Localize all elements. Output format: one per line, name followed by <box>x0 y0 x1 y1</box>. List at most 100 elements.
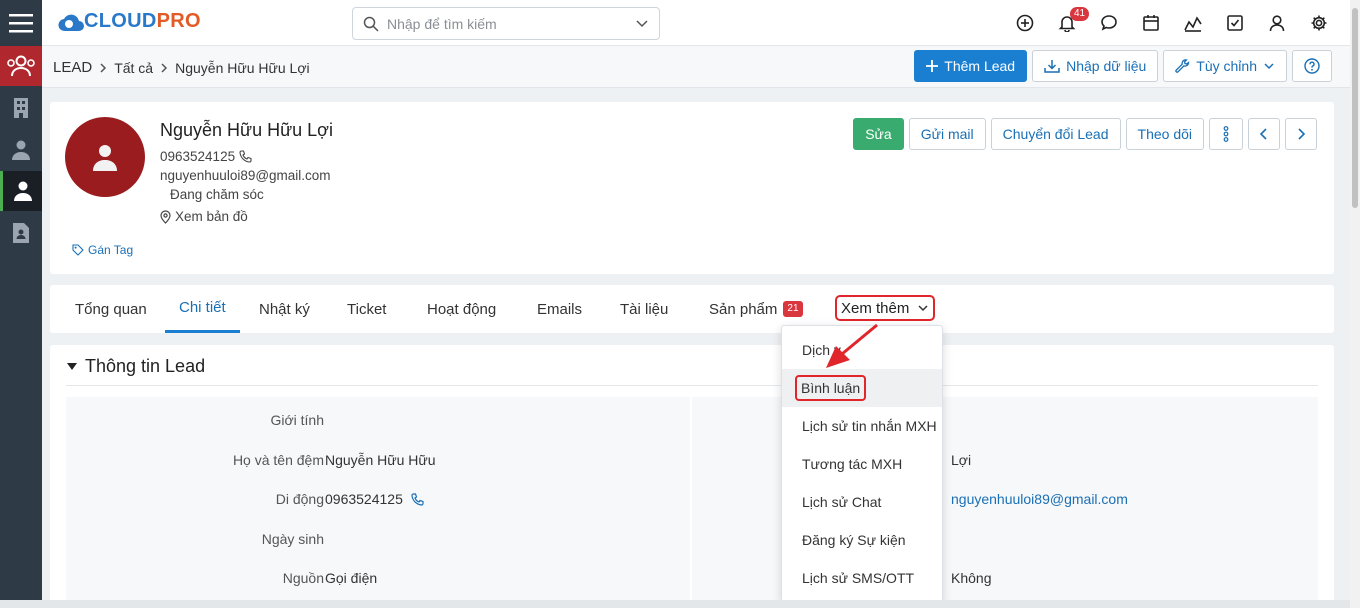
tab-activities[interactable]: Hoạt động <box>427 285 496 333</box>
edit-button[interactable]: Sửa <box>853 118 904 150</box>
field-value-email[interactable]: nguyenhuuloi89@gmail.com <box>951 491 1128 507</box>
logo-accent-text: PRO <box>156 10 201 32</box>
caret-down-icon <box>67 362 77 370</box>
user-tie-icon <box>12 140 30 160</box>
tab-ticket[interactable]: Ticket <box>347 285 386 333</box>
kebab-icon <box>1223 126 1229 142</box>
tab-details[interactable]: Chi tiết <box>165 285 240 333</box>
menu-item-social-message-history[interactable]: Lịch sử tin nhắn MXH <box>782 407 942 445</box>
chevron-right-icon <box>159 62 169 74</box>
tab-products-label: Sản phẩm <box>709 300 778 318</box>
section-header[interactable]: Thông tin Lead <box>67 356 205 377</box>
field-label-mobile: Di động <box>275 491 324 507</box>
import-data-button[interactable]: Nhập dữ liệu <box>1032 50 1159 82</box>
chevron-right-icon <box>98 62 108 74</box>
gear-icon[interactable] <box>1298 0 1340 46</box>
tab-more-label: Xem thêm <box>841 299 910 317</box>
field-value-right-5: Không <box>951 570 992 586</box>
menu-icon[interactable] <box>0 0 42 46</box>
tag-icon <box>72 244 84 256</box>
rail-item-documents[interactable] <box>0 213 42 253</box>
breadcrumb: LEAD Tất cả Nguyễn Hữu Hữu Lợi <box>53 59 310 76</box>
user-avatar-icon <box>93 145 117 171</box>
breadcrumb-module[interactable]: LEAD <box>53 59 92 76</box>
customize-label: Tùy chỉnh <box>1196 58 1257 74</box>
menu-item-event-registration[interactable]: Đăng ký Sự kiện <box>782 521 942 559</box>
chevron-right-icon <box>1298 128 1306 140</box>
lead-phone-line: 0963524125 <box>160 149 252 164</box>
bell-icon[interactable]: 41 <box>1046 0 1090 46</box>
tab-documents[interactable]: Tài liệu <box>620 285 668 333</box>
previous-record-button[interactable] <box>1248 118 1280 150</box>
section-title: Thông tin Lead <box>85 356 206 376</box>
users-group-icon <box>7 55 35 77</box>
lead-info-section: Thông tin Lead Giới tính Họ và tên đệm N… <box>50 345 1334 608</box>
rail-item-organizations[interactable] <box>0 88 42 128</box>
info-left-column: Giới tính Họ và tên đệm Nguyễn Hữu Hữu D… <box>66 397 690 608</box>
avatar[interactable] <box>65 117 145 197</box>
lead-name: Nguyễn Hữu Hữu Lợi <box>160 120 333 140</box>
menu-item-comments[interactable]: Bình luận <box>782 369 942 407</box>
customize-button[interactable]: Tùy chỉnh <box>1163 50 1287 82</box>
rail-item-leads[interactable] <box>0 46 42 86</box>
search-input[interactable] <box>387 15 627 32</box>
import-data-label: Nhập dữ liệu <box>1066 58 1147 74</box>
cloudpro-logo[interactable]: CLOUDPRO <box>58 10 201 33</box>
map-link[interactable]: Xem bản đồ <box>160 209 248 224</box>
tab-overview[interactable]: Tổng quan <box>75 285 147 333</box>
field-value-middle-name: Nguyễn Hữu Hữu <box>325 452 436 468</box>
chat-bubble-icon[interactable] <box>1088 0 1130 46</box>
more-tabs-dropdown: Dịch v Bình luận Lịch sử tin nhắn MXH Tư… <box>781 325 943 602</box>
menu-item-comments-label: Bình luận <box>795 375 867 401</box>
lead-email[interactable]: nguyenhuuloi89@gmail.com <box>160 168 331 183</box>
top-bar: CLOUDPRO 41 <box>42 0 1350 46</box>
breadcrumb-filter[interactable]: Tất cả <box>114 60 153 76</box>
products-count-badge: 21 <box>783 301 803 317</box>
question-circle-icon <box>1304 58 1320 74</box>
phone-icon[interactable] <box>411 492 424 506</box>
menu-item-social-interactions[interactable]: Tương tác MXH <box>782 445 942 483</box>
breadcrumb-bar: LEAD Tất cả Nguyễn Hữu Hữu Lợi Thêm Lead… <box>42 46 1350 88</box>
menu-item-services[interactable]: Dịch v <box>782 331 942 369</box>
building-icon <box>14 98 28 118</box>
send-mail-button[interactable]: Gửi mail <box>908 118 986 150</box>
logo-main-text: CLOUD <box>84 10 157 32</box>
chevron-down-icon <box>1264 63 1274 70</box>
add-lead-button[interactable]: Thêm Lead <box>914 50 1028 82</box>
add-circle-icon[interactable] <box>1004 0 1046 46</box>
next-record-button[interactable] <box>1285 118 1317 150</box>
field-value-source: Gọi điện <box>325 570 378 586</box>
toolbar-actions: Thêm Lead Nhập dữ liệu Tùy chỉnh <box>914 50 1332 82</box>
more-options-button[interactable] <box>1209 118 1243 150</box>
tab-emails[interactable]: Emails <box>537 285 582 333</box>
tab-log[interactable]: Nhật ký <box>259 285 310 333</box>
field-label-gender: Giới tính <box>270 412 324 428</box>
chevron-down-icon[interactable] <box>635 17 649 31</box>
add-lead-label: Thêm Lead <box>944 58 1016 74</box>
menu-item-chat-history[interactable]: Lịch sử Chat <box>782 483 942 521</box>
map-pin-icon <box>160 209 171 224</box>
section-divider <box>66 385 1318 386</box>
convert-lead-button[interactable]: Chuyển đổi Lead <box>990 118 1121 150</box>
follow-button[interactable]: Theo dõi <box>1125 118 1204 150</box>
user-profile-icon[interactable] <box>1256 0 1298 46</box>
assign-tag-link[interactable]: Gán Tag <box>72 243 133 257</box>
rail-item-lead-profile[interactable] <box>0 171 42 211</box>
rail-item-contacts[interactable] <box>0 130 42 170</box>
vertical-scrollbar[interactable] <box>1350 0 1360 608</box>
document-user-icon <box>13 223 29 243</box>
phone-icon[interactable] <box>239 150 252 163</box>
help-button[interactable] <box>1292 50 1332 82</box>
checkbox-task-icon[interactable] <box>1214 0 1256 46</box>
lead-phone[interactable]: 0963524125 <box>160 149 235 164</box>
calendar-icon[interactable] <box>1130 0 1172 46</box>
user-icon <box>13 181 32 201</box>
chart-line-icon[interactable] <box>1172 0 1214 46</box>
search-box[interactable] <box>352 7 660 40</box>
record-tabs: Tổng quan Chi tiết Nhật ký Ticket Hoạt đ… <box>50 285 1334 333</box>
scrollbar-thumb[interactable] <box>1352 8 1358 208</box>
field-label-middle-name: Họ và tên đệm <box>232 452 324 468</box>
profile-card: Nguyễn Hữu Hữu Lợi 0963524125 nguyenhuul… <box>50 102 1334 274</box>
tab-more[interactable]: Xem thêm <box>835 295 936 321</box>
menu-item-sms-ott-history[interactable]: Lịch sử SMS/OTT <box>782 559 942 597</box>
